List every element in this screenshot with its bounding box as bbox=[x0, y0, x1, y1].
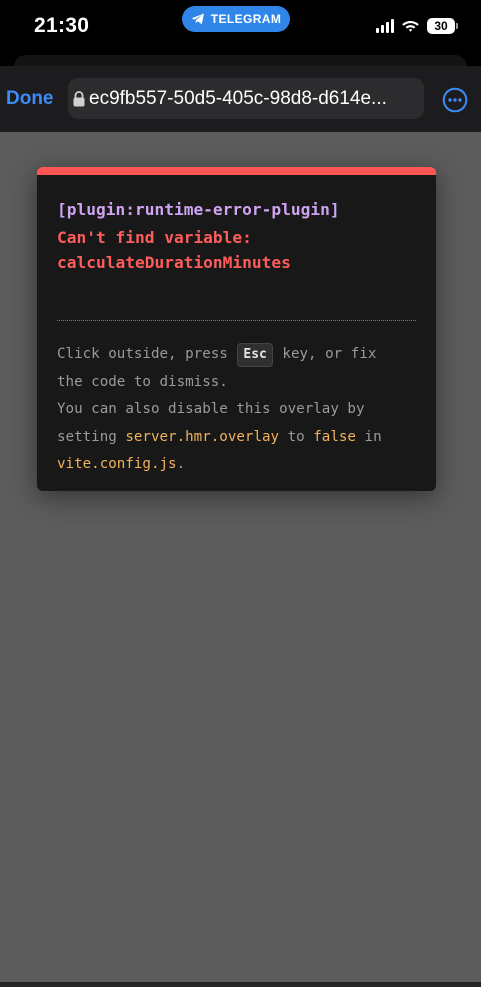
false-value-code: false bbox=[313, 428, 356, 445]
tip-text: in bbox=[355, 428, 382, 445]
tip-line-4: setting server.hmr.overlay to false in bbox=[57, 424, 422, 452]
dismiss-tip: Click outside, press Esc key, or fix the… bbox=[57, 341, 422, 479]
config-file-code: vite.config.js bbox=[57, 456, 177, 472]
tip-text: . bbox=[176, 456, 186, 472]
esc-key-badge: Esc bbox=[237, 343, 273, 367]
telegram-return-pill[interactable]: TELEGRAM bbox=[182, 6, 290, 32]
tip-text: setting bbox=[57, 428, 126, 445]
tip-line-2: the code to dismiss. bbox=[57, 373, 228, 390]
more-options-icon[interactable] bbox=[442, 87, 468, 113]
page-backdrop[interactable]: [plugin:runtime-error-plugin] Can't find… bbox=[0, 132, 481, 982]
url-text: ec9fb557-50d5-405c-98d8-d614e... bbox=[89, 87, 387, 109]
tip-text: Click outside, press bbox=[57, 346, 237, 362]
tip-line-3: You can also disable this overlay by bbox=[57, 401, 365, 417]
tip-line-5: vite.config.js. bbox=[57, 451, 422, 479]
status-icons: 30 bbox=[376, 18, 458, 34]
plugin-name: [plugin:runtime-error-plugin] bbox=[57, 200, 340, 219]
done-button[interactable]: Done bbox=[6, 88, 54, 110]
tip-text: key, or fix bbox=[273, 346, 377, 362]
config-key-code: server.hmr.overlay bbox=[125, 428, 280, 445]
divider bbox=[57, 320, 416, 321]
browser-toolbar: Done ec9fb557-50d5-405c-98d8-d614e... bbox=[0, 66, 481, 132]
battery-icon: 30 bbox=[427, 18, 458, 34]
error-overlay: [plugin:runtime-error-plugin] Can't find… bbox=[37, 167, 436, 491]
battery-level: 30 bbox=[434, 19, 448, 33]
cellular-signal-icon bbox=[376, 19, 394, 33]
telegram-plane-icon bbox=[191, 13, 204, 25]
wifi-icon bbox=[402, 21, 419, 32]
error-message-line-2: calculateDurationMinutes bbox=[57, 253, 291, 272]
telegram-pill-label: TELEGRAM bbox=[210, 12, 282, 26]
tip-text: to bbox=[279, 428, 314, 445]
error-message: Can't find variable: calculateDurationMi… bbox=[57, 225, 291, 275]
address-bar[interactable]: ec9fb557-50d5-405c-98d8-d614e... bbox=[68, 78, 424, 119]
bottom-strip bbox=[0, 982, 481, 987]
lock-icon bbox=[73, 90, 85, 106]
tip-line-1: Click outside, press Esc key, or fix bbox=[57, 341, 422, 369]
error-message-line-1: Can't find variable: bbox=[57, 228, 252, 247]
status-time: 21:30 bbox=[34, 14, 90, 37]
status-bar: 21:30 TELEGRAM 30 bbox=[0, 0, 481, 56]
phone-screen: 21:30 TELEGRAM 30 Done ec9fb557-50d5-405… bbox=[0, 0, 481, 987]
